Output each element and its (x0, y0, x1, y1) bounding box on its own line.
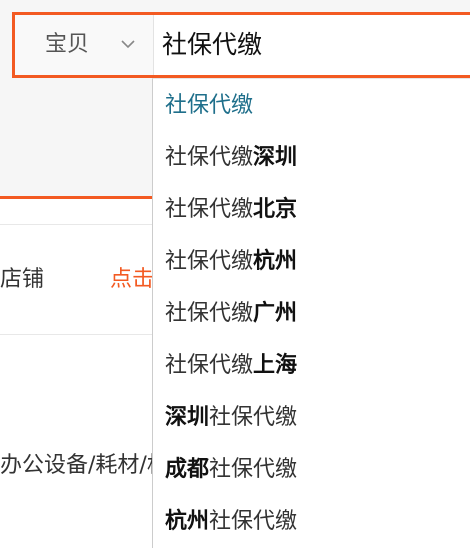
suggestion-highlight-text: 成都 (165, 457, 210, 482)
shop-filter-label[interactable]: 店铺 (0, 265, 44, 295)
search-bar: 宝贝 社保代缴 (12, 12, 470, 78)
suggestion-item[interactable]: 社保代缴上海 (165, 349, 297, 383)
search-input[interactable]: 社保代缴 (162, 28, 262, 62)
suggestion-base-text: 社保代缴 (165, 145, 254, 170)
suggestion-highlight-text: 深圳 (165, 405, 210, 430)
suggestion-highlight-text: 深圳 (253, 145, 298, 170)
suggestion-item[interactable]: 社保代缴深圳 (165, 141, 297, 175)
suggestion-dropdown: 社保代缴 社保代缴深圳 社保代缴北京 社保代缴杭州 社保代缴广州 社保代缴上海 … (152, 78, 470, 548)
suggestion-base-text: 社保代缴 (209, 405, 298, 430)
suggestion-base-text: 社保代缴 (209, 509, 298, 534)
suggestion-item[interactable]: 社保代缴广州 (165, 297, 297, 331)
suggestion-base-text: 社保代缴 (165, 353, 254, 378)
suggestion-item[interactable]: 杭州社保代缴 (165, 505, 297, 539)
search-scope-label: 宝贝 (45, 32, 90, 57)
suggestion-highlight-text: 北京 (253, 197, 298, 222)
click-link[interactable]: 点击 (110, 265, 154, 295)
suggestion-item[interactable]: 成都社保代缴 (165, 453, 297, 487)
suggestion-item[interactable]: 深圳社保代缴 (165, 401, 297, 435)
suggestion-base-text: 社保代缴 (165, 197, 254, 222)
suggestion-highlight-text: 杭州 (165, 509, 210, 534)
suggestion-item[interactable]: 社保代缴北京 (165, 193, 297, 227)
suggestion-base-text: 社保代缴 (165, 301, 254, 326)
category-breadcrumb[interactable]: 办公设备/耗材/相 (0, 451, 169, 481)
suggestion-base-text: 社保代缴 (165, 93, 254, 118)
suggestion-item[interactable]: 社保代缴杭州 (165, 245, 297, 279)
divider (0, 224, 160, 225)
suggestion-highlight-text: 广州 (253, 301, 298, 326)
suggestion-highlight-text: 上海 (253, 353, 298, 378)
suggestion-base-text: 社保代缴 (209, 457, 298, 482)
suggestion-base-text: 社保代缴 (165, 249, 254, 274)
divider (0, 334, 160, 335)
search-scope-select[interactable]: 宝贝 (15, 15, 154, 75)
header-accent-line (0, 196, 160, 199)
chevron-down-icon (121, 40, 135, 49)
suggestion-highlight-text: 杭州 (253, 249, 298, 274)
suggestion-item[interactable]: 社保代缴 (165, 89, 253, 123)
